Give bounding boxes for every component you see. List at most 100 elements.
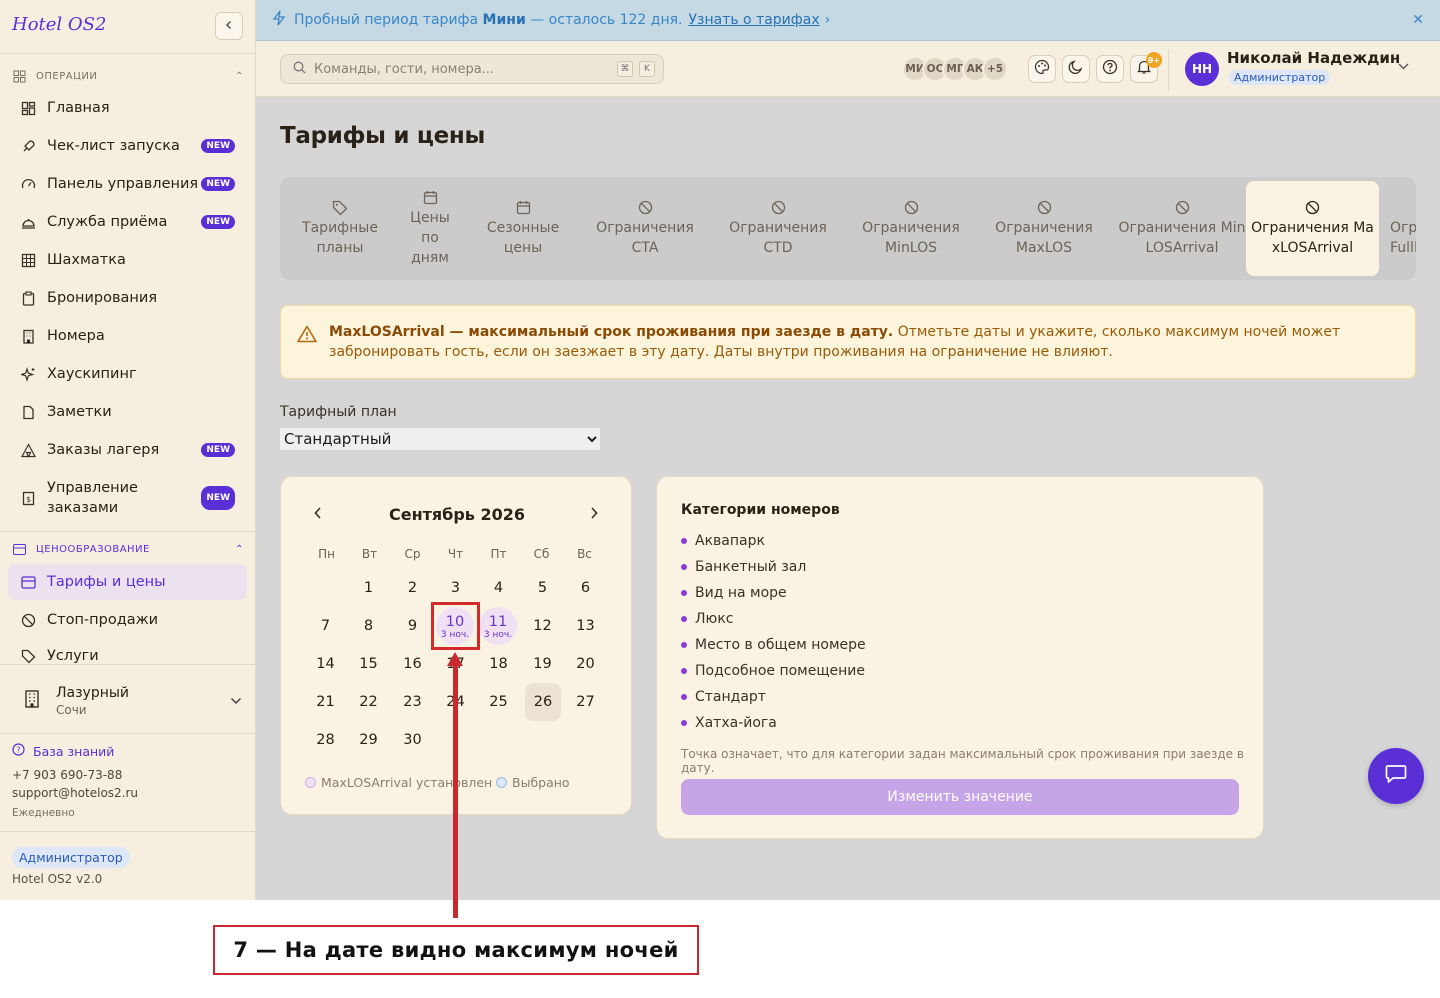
dark-mode-button[interactable] bbox=[1062, 55, 1090, 83]
sidebar-collapse-button[interactable] bbox=[215, 12, 243, 40]
section-pricing[interactable]: ЦЕНООБРАЗОВАНИЕ ⌃ bbox=[12, 541, 244, 557]
rate-plan-select[interactable]: Стандартный bbox=[280, 428, 600, 450]
chevron-down-icon[interactable] bbox=[1398, 59, 1409, 73]
sidebar-item-notes[interactable]: Заметки bbox=[8, 394, 247, 430]
knowledge-base-link[interactable]: ? База знаний bbox=[12, 743, 114, 759]
tab-label: Ограничения FullPa bbox=[1390, 219, 1416, 256]
banner-text: Пробный период тарифа bbox=[294, 12, 479, 28]
day-number: 25 bbox=[489, 694, 508, 710]
ban-icon bbox=[1175, 200, 1190, 216]
calendar-day[interactable]: 16 bbox=[391, 645, 434, 683]
help-button[interactable] bbox=[1096, 55, 1124, 83]
day-number: 2 bbox=[407, 580, 418, 596]
sidebar-item-services[interactable]: Услуги bbox=[8, 640, 247, 664]
calendar-day[interactable]: 30 bbox=[391, 721, 434, 759]
calendar-day[interactable]: 14 bbox=[304, 645, 347, 683]
chevron-up-icon: ⌃ bbox=[235, 543, 244, 555]
calendar-day[interactable]: 29 bbox=[347, 721, 390, 759]
tab-cta[interactable]: Ограничения CTA bbox=[585, 181, 705, 276]
legend-label: Выбрано bbox=[512, 775, 570, 790]
tag-icon bbox=[332, 200, 348, 216]
sidebar-item-control-panel[interactable]: Панель управления NEW bbox=[8, 166, 247, 202]
sidebar: Hotel OS2 ОПЕРАЦИИ ⌃ Главная Чек-лист за… bbox=[0, 0, 256, 900]
sidebar-item-housekeeping[interactable]: Хаускипинг bbox=[8, 356, 247, 392]
dot-icon bbox=[681, 694, 687, 700]
calendar-day[interactable]: 25 bbox=[477, 683, 520, 721]
sidebar-item-home[interactable]: Главная bbox=[8, 90, 247, 126]
next-month-button[interactable] bbox=[589, 505, 599, 524]
sidebar-item-chessboard[interactable]: Шахматка bbox=[8, 242, 247, 278]
tariffs-link[interactable]: Узнать о тарифах bbox=[688, 12, 819, 28]
calendar-day[interactable]: 21 bbox=[304, 683, 347, 721]
calendar-day[interactable]: 12 bbox=[521, 607, 564, 645]
weekday-label: Вс bbox=[577, 547, 592, 561]
palette-icon bbox=[1034, 59, 1050, 79]
calendar-day[interactable]: 1 bbox=[347, 569, 390, 607]
user-avatar[interactable]: НН bbox=[1185, 52, 1219, 86]
legend-restricted: MaxLOSArrival установлен bbox=[305, 775, 492, 790]
help-circle-icon: ? bbox=[12, 743, 25, 759]
online-users[interactable]: МИ ОС МГ АК +5 bbox=[902, 56, 1008, 82]
calendar-day[interactable]: 28 bbox=[304, 721, 347, 759]
sidebar-item-bookings[interactable]: Бронирования bbox=[8, 280, 247, 316]
sidebar-item-order-management[interactable]: $ Управление заказами NEW bbox=[8, 476, 247, 520]
tab-maxlosarrival[interactable]: Ограничения MaxLOSArrival bbox=[1246, 181, 1379, 276]
calendar-day[interactable]: 26 bbox=[525, 683, 561, 721]
calendar-day[interactable]: 15 bbox=[347, 645, 390, 683]
sidebar-item-label: Служба приёма bbox=[47, 214, 168, 230]
calendar-day[interactable]: 4 bbox=[477, 569, 520, 607]
chat-button[interactable] bbox=[1368, 748, 1424, 804]
calendar-day[interactable]: 20 bbox=[564, 645, 607, 683]
kbd-cmd: ⌘ bbox=[617, 61, 633, 77]
sidebar-item-front-desk[interactable]: Служба приёма NEW bbox=[8, 204, 247, 240]
calendar-day[interactable]: 9 bbox=[391, 607, 434, 645]
tab-seasonal-prices[interactable]: Сезонные цены bbox=[463, 181, 583, 276]
banner-plan: Мини bbox=[482, 12, 526, 28]
calendar-day[interactable]: 23 bbox=[391, 683, 434, 721]
sidebar-item-label: Панель управления bbox=[47, 176, 199, 192]
sidebar-item-rates[interactable]: Тарифы и цены bbox=[8, 564, 247, 600]
day-number: 29 bbox=[359, 732, 378, 748]
support-hours: Ежедневно bbox=[12, 807, 75, 819]
tab-maxlos[interactable]: Ограничения MaxLOS bbox=[984, 181, 1104, 276]
dot-icon bbox=[681, 538, 687, 544]
theme-palette-button[interactable] bbox=[1028, 55, 1056, 83]
help-circle-icon bbox=[1102, 59, 1118, 79]
sidebar-item-camp-orders[interactable]: Заказы лагеря NEW bbox=[8, 432, 247, 468]
support-phone[interactable]: +7 903 690-73-88 bbox=[12, 768, 122, 782]
calendar-day[interactable]: 8 bbox=[347, 607, 390, 645]
tab-fullpa[interactable]: Ограничения FullPa bbox=[1390, 181, 1416, 276]
section-operations[interactable]: ОПЕРАЦИИ ⌃ bbox=[12, 68, 244, 84]
calendar-day[interactable]: 6 bbox=[564, 569, 607, 607]
calendar-day[interactable]: 13 bbox=[564, 607, 607, 645]
sidebar-item-label: Стоп-продажи bbox=[47, 612, 159, 628]
sidebar-item-stop-sales[interactable]: Стоп-продажи bbox=[8, 602, 247, 638]
avatar-more[interactable]: +5 bbox=[982, 56, 1008, 82]
user-name[interactable]: Николай Надеждин bbox=[1227, 49, 1400, 67]
calendar-day[interactable]: 11 3 ноч. bbox=[479, 607, 517, 645]
calendar-day[interactable]: 27 bbox=[564, 683, 607, 721]
tab-minlosarrival[interactable]: Ограничения MinLOSArrival bbox=[1117, 181, 1247, 276]
calendar-day[interactable]: 2 bbox=[391, 569, 434, 607]
search-input[interactable]: Команды, гости, номера... ⌘ K bbox=[280, 54, 664, 84]
calendar-day[interactable]: 7 bbox=[304, 607, 347, 645]
grid-icon bbox=[12, 69, 26, 83]
tab-label: Ограничения CTA bbox=[596, 219, 694, 256]
sidebar-item-rooms[interactable]: Номера bbox=[8, 318, 247, 354]
tab-minlos[interactable]: Ограничения MinLOS bbox=[851, 181, 971, 276]
sidebar-item-launch-checklist[interactable]: Чек-лист запуска NEW bbox=[8, 128, 247, 164]
hotel-switcher[interactable]: Лазурный Сочи bbox=[22, 683, 242, 719]
tab-ctd[interactable]: Ограничения CTD bbox=[718, 181, 838, 276]
day-number: 26 bbox=[533, 694, 553, 710]
legend-selected: Выбрано bbox=[496, 775, 570, 790]
category-label: Банкетный зал bbox=[695, 559, 807, 575]
change-value-button[interactable]: Изменить значение bbox=[681, 779, 1239, 815]
calendar-day[interactable]: 19 bbox=[521, 645, 564, 683]
tab-label: Сезонные цены bbox=[486, 219, 560, 256]
gauge-icon bbox=[20, 176, 36, 192]
calendar-day[interactable]: 22 bbox=[347, 683, 390, 721]
support-email[interactable]: support@hotelos2.ru bbox=[12, 786, 138, 800]
calendar-day[interactable]: 5 bbox=[521, 569, 564, 607]
calendar-day[interactable]: 18 bbox=[477, 645, 520, 683]
close-icon[interactable]: ✕ bbox=[1412, 12, 1424, 28]
